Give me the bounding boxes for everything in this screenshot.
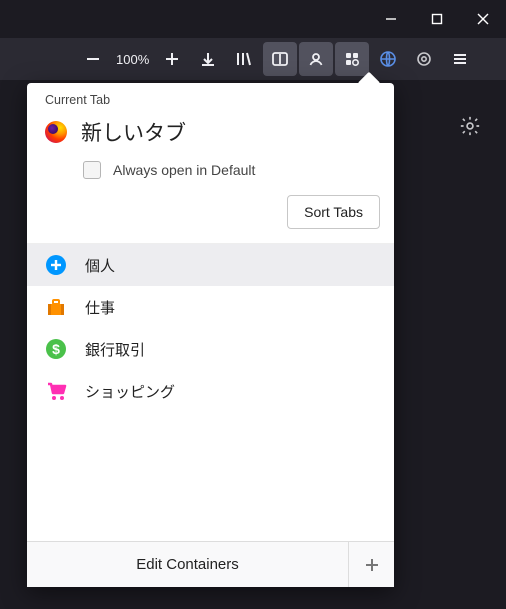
maximize-button[interactable] xyxy=(414,3,460,35)
containers-button[interactable] xyxy=(335,42,369,76)
container-item-work[interactable]: 仕事 xyxy=(27,286,394,328)
sort-tabs-button[interactable]: Sort Tabs xyxy=(287,195,380,229)
container-item-shopping[interactable]: ショッピング xyxy=(27,370,394,412)
always-open-label: Always open in Default xyxy=(113,162,255,178)
zoom-level[interactable]: 100% xyxy=(112,52,153,67)
plus-circle-icon xyxy=(45,254,67,276)
firefox-icon xyxy=(45,121,67,143)
reader-view-button[interactable] xyxy=(263,42,297,76)
add-container-button[interactable] xyxy=(348,542,394,587)
zoom-out-button[interactable] xyxy=(76,42,110,76)
briefcase-icon xyxy=(45,296,67,318)
container-label: 仕事 xyxy=(85,297,115,318)
dollar-circle-icon: $ xyxy=(45,338,67,360)
page-settings-button[interactable] xyxy=(456,112,484,140)
containers-panel: Current Tab 新しいタブ Always open in Default… xyxy=(27,83,394,587)
container-item-banking[interactable]: $ 銀行取引 xyxy=(27,328,394,370)
container-item-personal[interactable]: 個人 xyxy=(27,244,394,286)
window-titlebar xyxy=(0,0,506,38)
minimize-button[interactable] xyxy=(368,3,414,35)
app-menu-button[interactable] xyxy=(443,42,477,76)
extension-globe-button[interactable] xyxy=(371,42,405,76)
extension-target-button[interactable] xyxy=(407,42,441,76)
panel-header: Current Tab xyxy=(27,83,394,111)
svg-text:$: $ xyxy=(52,341,60,357)
always-open-row[interactable]: Always open in Default xyxy=(27,155,394,189)
container-label: ショッピング xyxy=(85,381,175,402)
close-button[interactable] xyxy=(460,3,506,35)
current-tab-row: 新しいタブ xyxy=(27,111,394,155)
cart-icon xyxy=(45,380,67,402)
downloads-button[interactable] xyxy=(191,42,225,76)
zoom-in-button[interactable] xyxy=(155,42,189,76)
library-button[interactable] xyxy=(227,42,261,76)
toolbar: 100% xyxy=(0,38,506,80)
account-button[interactable] xyxy=(299,42,333,76)
current-tab-title: 新しいタブ xyxy=(81,117,186,147)
containers-list: 個人 仕事 $ 銀行取引 ショッピング xyxy=(27,243,394,412)
container-label: 銀行取引 xyxy=(85,339,145,360)
edit-containers-button[interactable]: Edit Containers xyxy=(27,542,348,587)
always-open-checkbox[interactable] xyxy=(83,161,101,179)
container-label: 個人 xyxy=(85,255,115,276)
panel-footer: Edit Containers xyxy=(27,541,394,587)
